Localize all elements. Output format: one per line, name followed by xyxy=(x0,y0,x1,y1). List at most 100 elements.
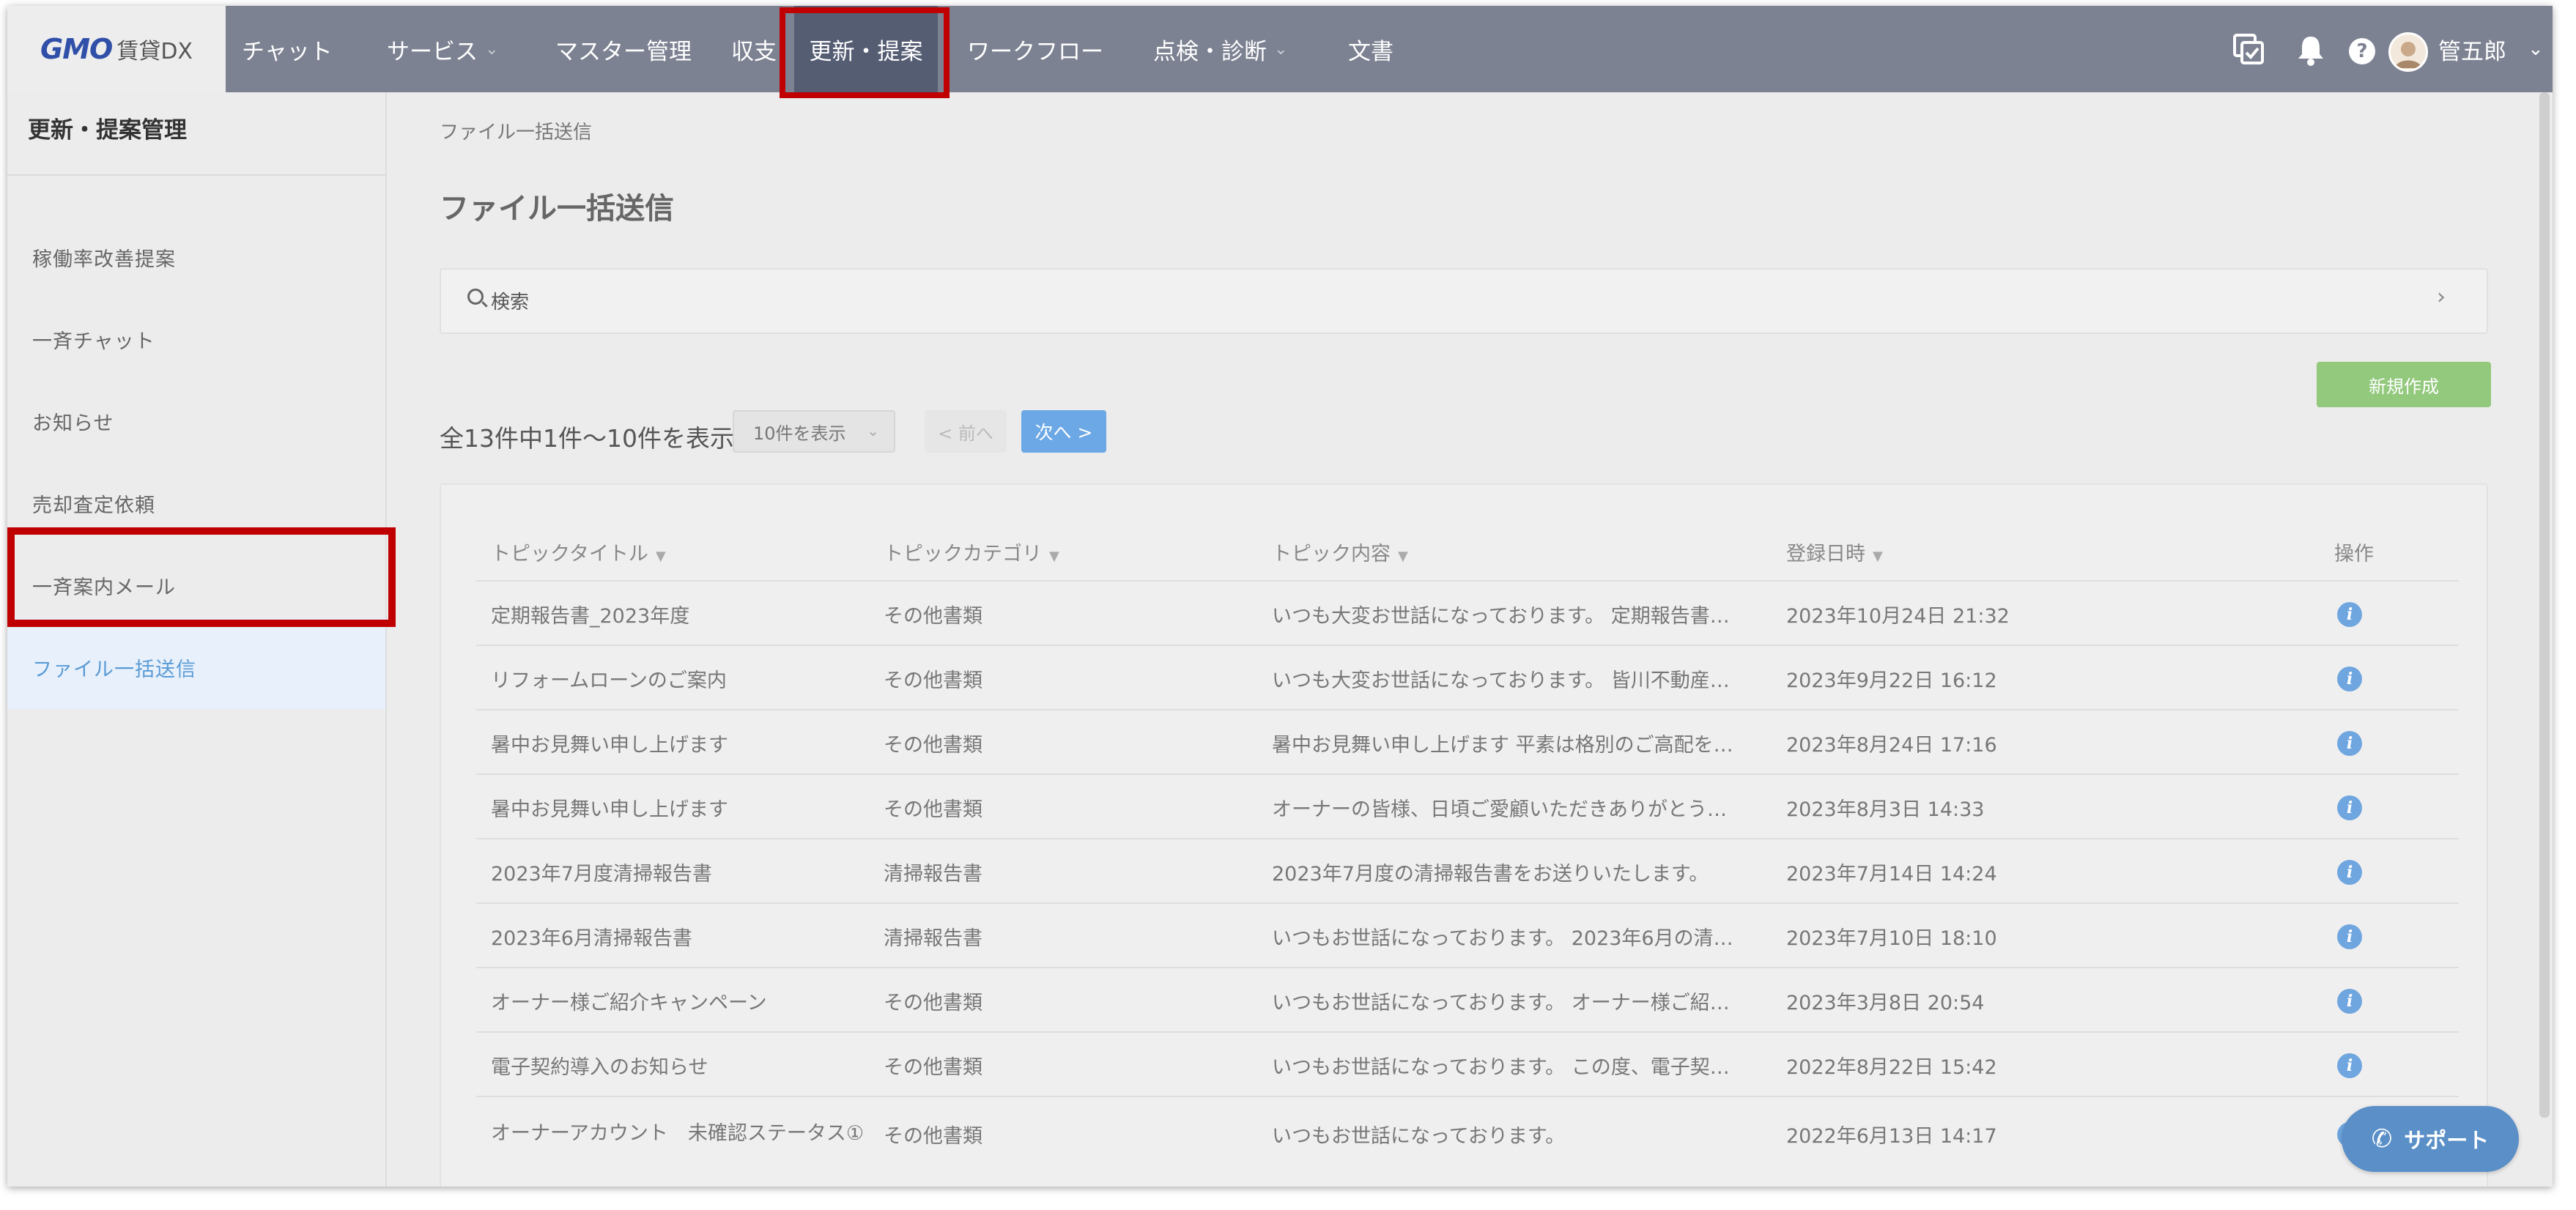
table-row[interactable]: オーナーアカウント 未確認ステータス① その他書類 いつもお世話になっております… xyxy=(476,1096,2459,1170)
table-row[interactable]: リフォームローンのご案内 その他書類 いつも大変お世話になっております。 皆川不… xyxy=(476,645,2459,710)
cell-title: 暑中お見舞い申し上げます xyxy=(491,733,728,757)
cell-title: オーナー様ご紹介キャンペーン xyxy=(491,991,767,1014)
top-nav: GMO 賃貸DX チャット サービス ⌄ マスター管理 収支 更新・提案 ワーク… xyxy=(7,6,2553,92)
nav-item-label: ワークフロー xyxy=(967,38,1103,65)
nav-item-label: サービス xyxy=(387,38,478,65)
sidebar-item-notices[interactable]: お知らせ xyxy=(32,407,114,436)
cell-date: 2023年8月24日 17:16 xyxy=(1786,733,1997,757)
scrollbar[interactable] xyxy=(2539,92,2550,1118)
column-header-content[interactable]: トピック内容 ▼ xyxy=(1272,538,1408,566)
nav-item-chat[interactable]: チャット xyxy=(242,6,333,92)
cell-date: 2023年7月10日 18:10 xyxy=(1786,927,1997,950)
info-icon[interactable]: i xyxy=(2337,924,2362,949)
column-header-actions: 操作 xyxy=(2334,543,2374,565)
sidebar-item-bulk-chat[interactable]: 一斉チャット xyxy=(32,325,155,354)
column-header-date[interactable]: 登録日時 ▼ xyxy=(1786,538,1883,566)
cell-title: リフォームローンのご案内 xyxy=(491,669,727,692)
nav-item-services[interactable]: サービス ⌄ xyxy=(387,6,498,92)
support-button[interactable]: ✆ サポート xyxy=(2342,1106,2519,1172)
chevron-down-icon: ⌄ xyxy=(1274,40,1288,59)
table-row[interactable]: 定期報告書_2023年度 その他書類 いつも大変お世話になっております。 定期報… xyxy=(476,580,2459,646)
header-label: トピック内容 xyxy=(1272,543,1391,565)
sort-icon: ▼ xyxy=(1398,549,1408,564)
cell-title: 電子契約導入のお知らせ xyxy=(491,1055,708,1079)
next-page-button[interactable]: 次へ > xyxy=(1021,410,1106,453)
prev-page-button[interactable]: < 前へ xyxy=(925,410,1007,453)
cell-content: いつもお世話になっております。 xyxy=(1272,1124,1566,1148)
new-create-button[interactable]: 新規作成 xyxy=(2317,362,2491,407)
per-page-value: 10件を表示 xyxy=(753,423,846,444)
cell-title: 定期報告書_2023年度 xyxy=(491,604,690,628)
cell-title: 暑中お見舞い申し上げます xyxy=(491,798,728,821)
cell-date: 2022年6月13日 14:17 xyxy=(1786,1124,1997,1148)
sidebar-item-sale-appraisal[interactable]: 売却査定依頼 xyxy=(32,489,155,518)
cell-category: その他書類 xyxy=(884,604,982,628)
cell-title: 2023年6月清掃報告書 xyxy=(491,927,692,950)
app-window: GMO 賃貸DX チャット サービス ⌄ マスター管理 収支 更新・提案 ワーク… xyxy=(7,6,2553,1187)
chevron-down-icon[interactable]: ⌄ xyxy=(2528,38,2544,60)
info-icon[interactable]: i xyxy=(2337,795,2362,820)
sort-icon: ▼ xyxy=(1873,549,1883,564)
cell-category: その他書類 xyxy=(884,798,982,821)
info-icon[interactable]: i xyxy=(2337,667,2362,691)
nav-item-documents[interactable]: 文書 xyxy=(1348,6,1394,92)
cell-category: その他書類 xyxy=(884,733,982,757)
info-icon[interactable]: i xyxy=(2337,731,2362,756)
search-icon xyxy=(467,289,484,305)
table-row[interactable]: 暑中お見舞い申し上げます その他書類 オーナーの皆様、日頃ご愛顧いただきありがと… xyxy=(476,773,2459,839)
search-panel-toggle[interactable]: 検索 › xyxy=(440,268,2488,334)
nav-item-label: 更新・提案 xyxy=(809,38,923,65)
column-header-title[interactable]: トピックタイトル ▼ xyxy=(491,538,666,566)
bell-icon[interactable] xyxy=(2296,34,2325,71)
cell-content: いつも大変お世話になっております。 定期報告書… xyxy=(1272,604,1730,628)
info-icon[interactable]: i xyxy=(2337,602,2362,627)
logo[interactable]: GMO 賃貸DX xyxy=(7,6,226,92)
user-name[interactable]: 管五郎 xyxy=(2438,6,2506,92)
nav-item-label: 点検・診断 xyxy=(1153,38,1267,65)
per-page-select[interactable]: 10件を表示 ⌄ xyxy=(733,410,895,453)
header-label: トピックカテゴリ xyxy=(884,543,1042,565)
table-row[interactable]: 暑中お見舞い申し上げます その他書類 暑中お見舞い申し上げます 平素は格別のご高… xyxy=(476,709,2459,775)
table-row[interactable]: 2023年7月度清掃報告書 清掃報告書 2023年7月度の清掃報告書をお送りいた… xyxy=(476,838,2459,904)
chevron-down-icon: ⌄ xyxy=(867,422,879,439)
cell-category: その他書類 xyxy=(884,1124,982,1148)
cell-date: 2023年3月8日 20:54 xyxy=(1786,991,1985,1014)
info-icon[interactable]: i xyxy=(2337,860,2362,885)
sort-icon: ▼ xyxy=(655,549,666,564)
nav-item-master[interactable]: マスター管理 xyxy=(555,6,692,92)
nav-item-renewal[interactable]: 更新・提案 xyxy=(794,6,938,92)
nav-item-label: 文書 xyxy=(1348,38,1394,65)
sidebar-item-bulk-mail[interactable]: 一斉案内メール xyxy=(32,571,176,600)
cell-category: その他書類 xyxy=(884,1055,982,1079)
cell-title: 2023年7月度清掃報告書 xyxy=(491,862,712,886)
info-icon[interactable]: i xyxy=(2337,989,2362,1014)
cell-content: いつもお世話になっております。 この度、電子契… xyxy=(1272,1055,1730,1079)
chevron-right-icon: › xyxy=(2437,284,2446,310)
sidebar-item-label: ファイル一括送信 xyxy=(32,658,196,681)
table-row[interactable]: 電子契約導入のお知らせ その他書類 いつもお世話になっております。 この度、電子… xyxy=(476,1031,2459,1097)
result-count: 全13件中1件〜10件を表示 xyxy=(440,424,734,453)
chevron-down-icon: ⌄ xyxy=(485,40,499,59)
table-row[interactable]: 2023年6月清掃報告書 清掃報告書 いつもお世話になっております。 2023年… xyxy=(476,902,2459,968)
sidebar: 更新・提案管理 稼働率改善提案 一斉チャット お知らせ 売却査定依頼 一斉案内メ… xyxy=(7,92,387,1187)
nav-item-label: 収支 xyxy=(731,38,777,65)
cell-content: 暑中お見舞い申し上げます 平素は格別のご高配を… xyxy=(1272,733,1733,757)
table-row[interactable]: オーナー様ご紹介キャンペーン その他書類 いつもお世話になっております。 オーナ… xyxy=(476,967,2459,1033)
nav-item-inspection[interactable]: 点検・診断 ⌄ xyxy=(1153,6,1287,92)
cell-date: 2023年8月3日 14:33 xyxy=(1786,798,1985,821)
sidebar-title: 更新・提案管理 xyxy=(28,117,187,144)
nav-item-income[interactable]: 収支 xyxy=(731,6,777,92)
cell-date: 2023年10月24日 21:32 xyxy=(1786,604,2010,628)
avatar[interactable] xyxy=(2388,32,2428,72)
column-header-category[interactable]: トピックカテゴリ ▼ xyxy=(884,538,1059,566)
nav-item-workflow[interactable]: ワークフロー xyxy=(967,6,1103,92)
help-icon[interactable]: ? xyxy=(2349,38,2375,64)
header-label: トピックタイトル xyxy=(491,543,648,565)
sidebar-item-occupancy[interactable]: 稼働率改善提案 xyxy=(32,243,176,272)
cell-title: オーナーアカウント 未確認ステータス① xyxy=(491,1122,865,1145)
cell-content: いつも大変お世話になっております。 皆川不動産… xyxy=(1272,669,1730,692)
divider xyxy=(7,174,385,176)
info-icon[interactable]: i xyxy=(2337,1053,2362,1078)
task-check-icon[interactable] xyxy=(2232,32,2265,71)
phone-icon: ✆ xyxy=(2371,1124,2393,1154)
